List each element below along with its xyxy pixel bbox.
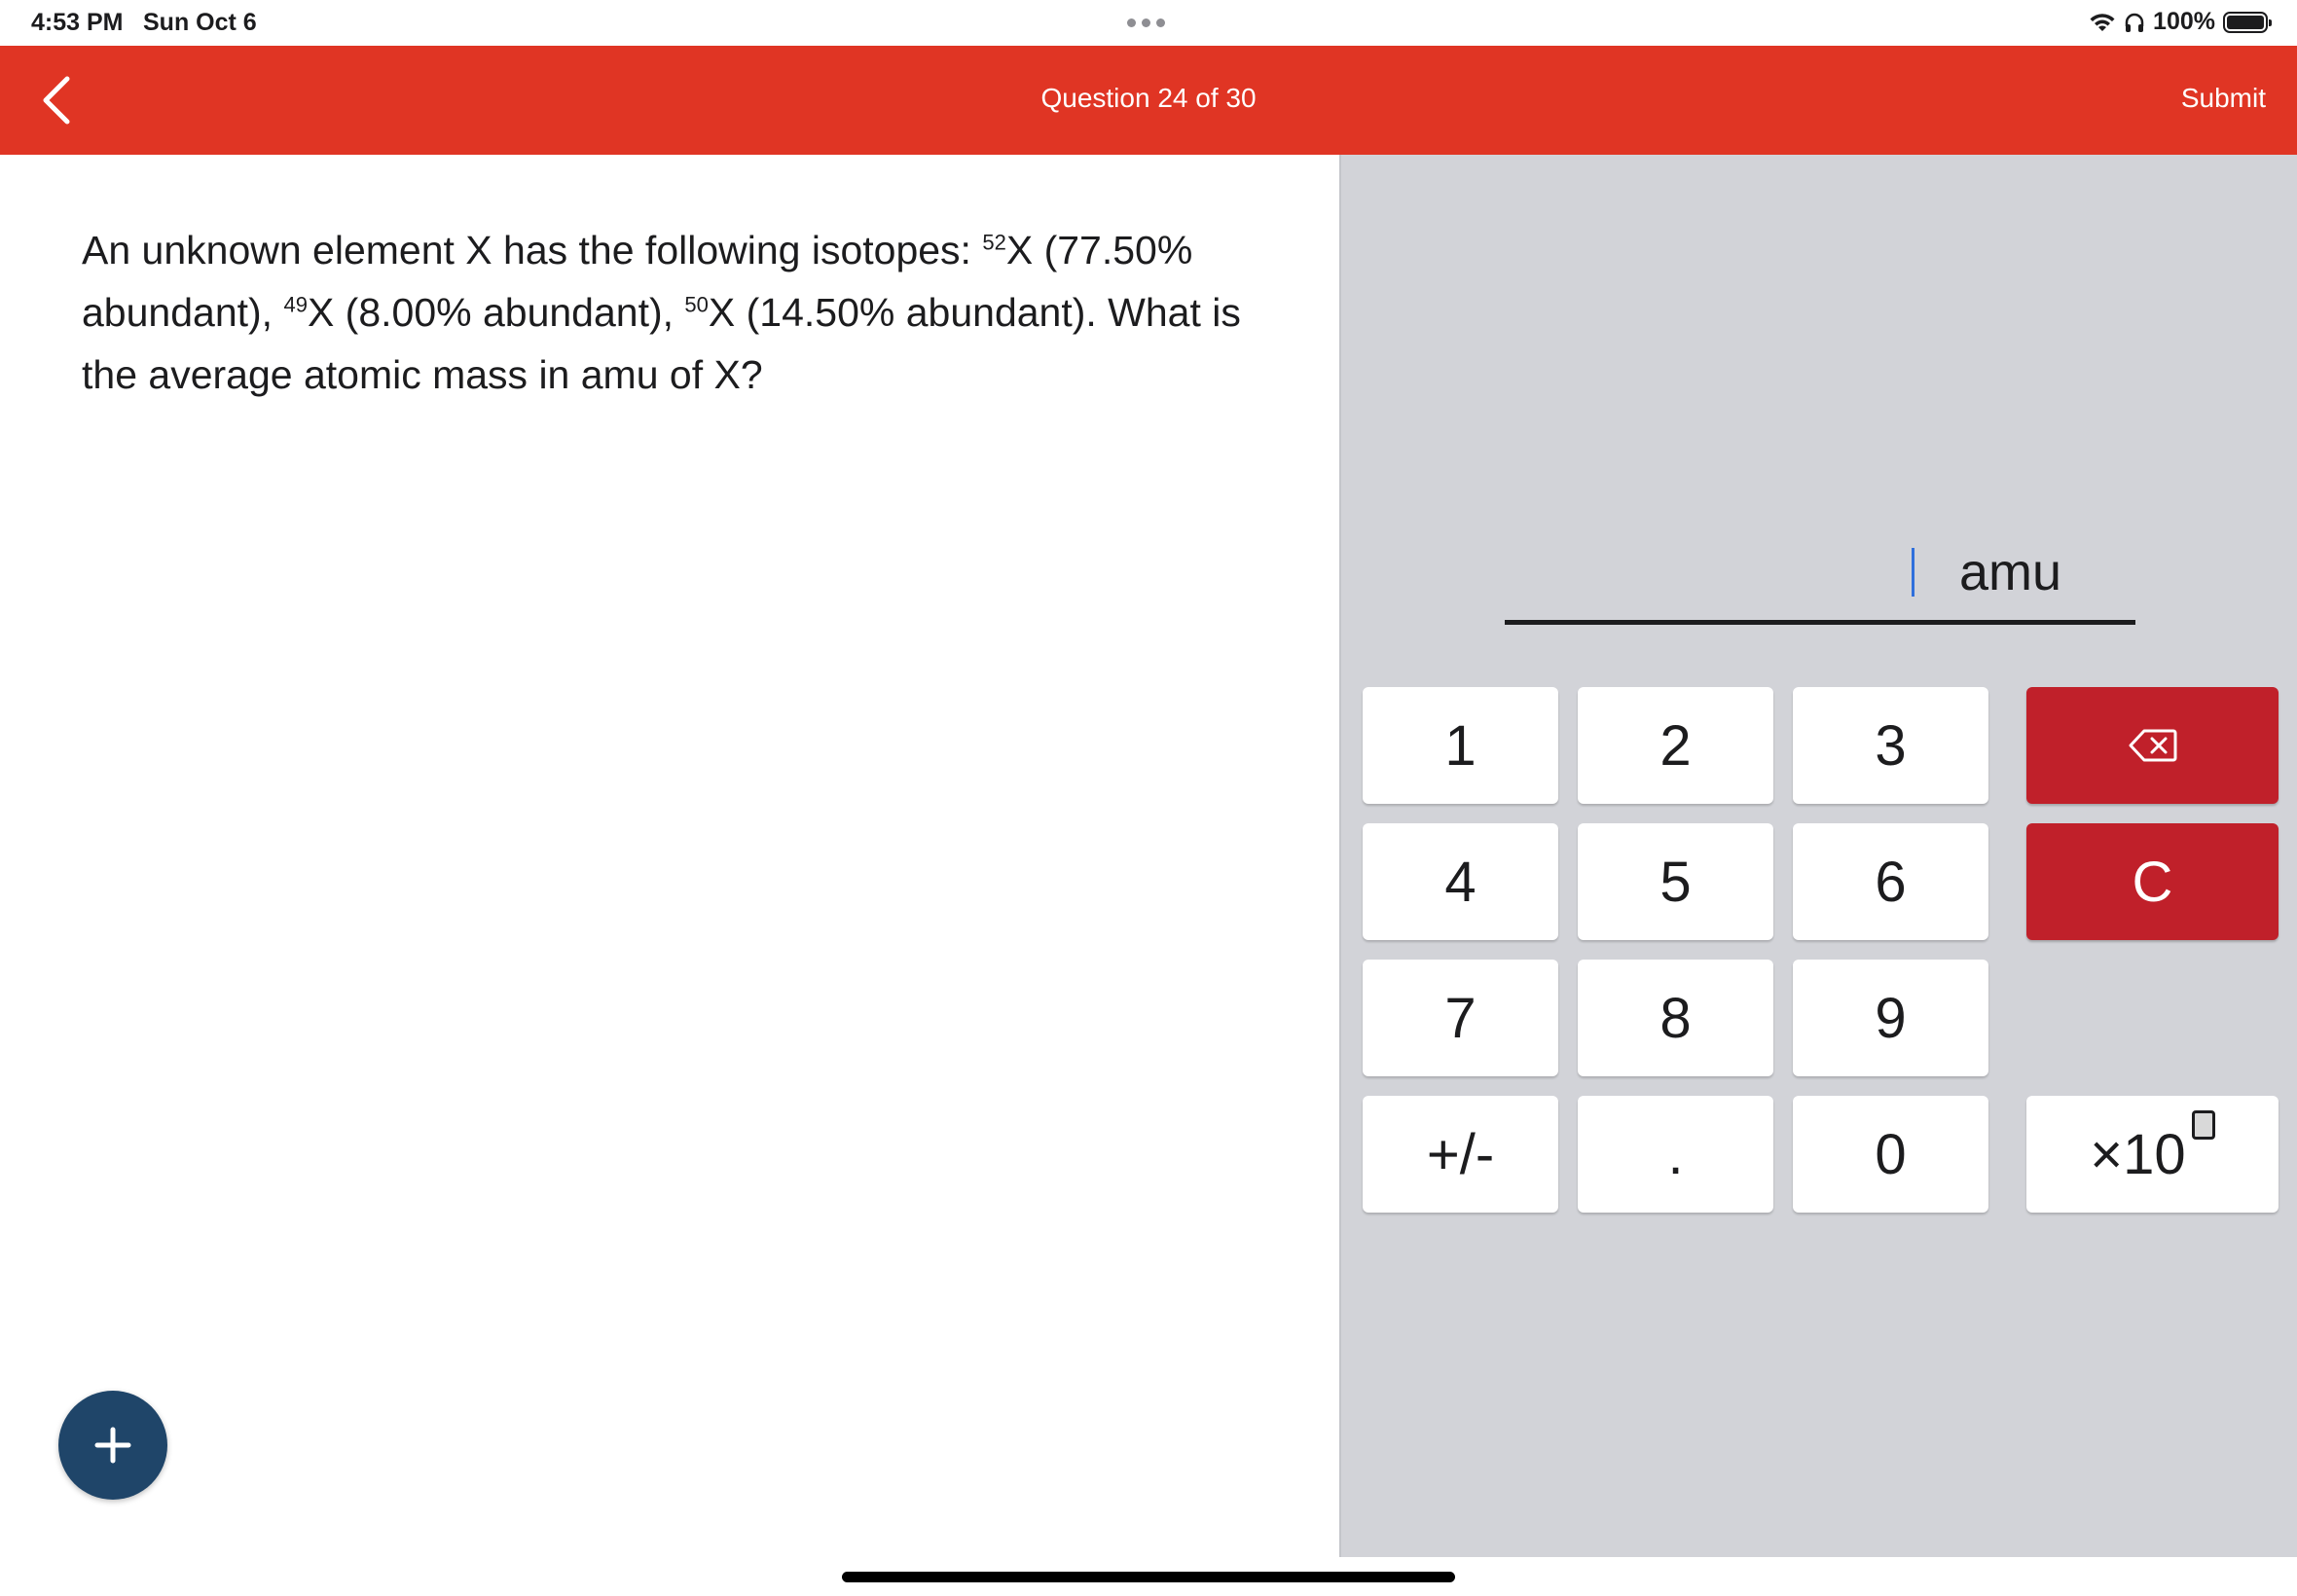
key-2[interactable]: 2 (1578, 687, 1773, 804)
backspace-icon (2129, 729, 2176, 762)
key-6[interactable]: 6 (1793, 823, 1988, 940)
backspace-button[interactable] (2026, 687, 2279, 804)
plus-icon (94, 1427, 131, 1464)
key-3[interactable]: 3 (1793, 687, 1988, 804)
submit-button[interactable]: Submit (2181, 83, 2266, 114)
app-header: Question 24 of 30 Submit (0, 46, 2297, 155)
multitasking-dots-icon[interactable] (1127, 18, 1165, 27)
headphones-icon (2125, 13, 2144, 32)
key-0[interactable]: 0 (1793, 1096, 1988, 1213)
key-8[interactable]: 8 (1578, 960, 1773, 1076)
home-indicator[interactable] (842, 1572, 1455, 1582)
question-text: An unknown element X has the following i… (82, 219, 1279, 406)
add-button[interactable] (58, 1391, 167, 1500)
question-text-part: X (8.00% abundant), (307, 290, 685, 335)
key-9[interactable]: 9 (1793, 960, 1988, 1076)
keypad-pane: amu 1 2 3 4 5 6 C 7 8 9 +/- . 0 ×10 (1339, 155, 2297, 1557)
isotope-mass-superscript: 50 (684, 292, 709, 317)
answer-input[interactable]: amu (1505, 532, 2135, 625)
battery-icon (2223, 11, 2272, 33)
key-1[interactable]: 1 (1363, 687, 1558, 804)
isotope-mass-superscript: 49 (283, 292, 308, 317)
status-date: Sun Oct 6 (143, 9, 257, 36)
answer-unit: amu (1959, 543, 2062, 601)
status-time: 4:53 PM (31, 9, 124, 36)
question-pane: An unknown element X has the following i… (0, 155, 1339, 1557)
exponent-placeholder-icon (2191, 1110, 2215, 1140)
key-decimal[interactable]: . (1578, 1096, 1773, 1213)
battery-percent: 100% (2153, 8, 2215, 35)
status-bar: 4:53 PM Sun Oct 6 100% (0, 0, 2297, 46)
key-plus-minus[interactable]: +/- (1363, 1096, 1558, 1213)
clear-button[interactable]: C (2026, 823, 2279, 940)
status-right: 100% (2089, 8, 2272, 36)
key-4[interactable]: 4 (1363, 823, 1558, 940)
key-7[interactable]: 7 (1363, 960, 1558, 1076)
wifi-icon (2090, 13, 2115, 31)
exponent-label: ×10 (2090, 1122, 2186, 1186)
key-5[interactable]: 5 (1578, 823, 1773, 940)
isotope-mass-superscript: 52 (982, 230, 1006, 255)
text-caret (1912, 548, 1914, 597)
page-title: Question 24 of 30 (1040, 83, 1257, 113)
exponent-button[interactable]: ×10 (2026, 1096, 2279, 1213)
question-text-part: An unknown element X has the following i… (82, 228, 983, 272)
